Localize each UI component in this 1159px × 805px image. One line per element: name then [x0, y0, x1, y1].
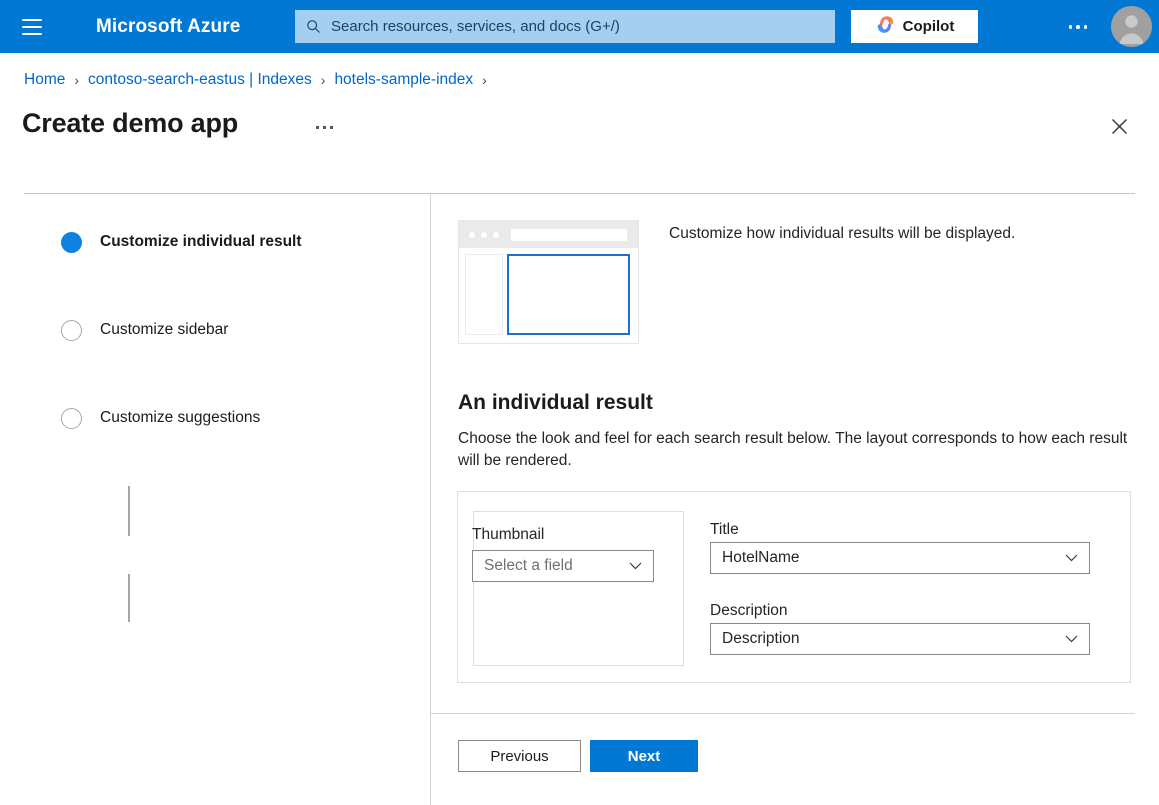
- step-idle-dot-icon: [58, 317, 84, 343]
- description-field-select[interactable]: Description: [710, 623, 1090, 655]
- azure-top-bar: Microsoft Azure Search resources, servic…: [0, 0, 1159, 53]
- azure-brand-title[interactable]: Microsoft Azure: [96, 16, 240, 38]
- topbar-ellipsis-icon[interactable]: [1060, 17, 1096, 37]
- step-connector: [128, 574, 130, 622]
- wizard-step-customize-individual-result[interactable]: Customize individual result: [58, 224, 398, 260]
- browser-mock-urlbar: [511, 229, 627, 241]
- preview-caption: Customize how individual results will be…: [669, 225, 1015, 243]
- page-title: Create demo app: [22, 108, 238, 139]
- individual-result-form-card: Thumbnail Select a field Title HotelName…: [457, 491, 1131, 683]
- chevron-down-icon: [629, 562, 642, 571]
- global-search-placeholder: Search resources, services, and docs (G+…: [331, 18, 620, 35]
- hamburger-menu-icon[interactable]: [22, 19, 42, 35]
- breadcrumb-separator: ›: [321, 72, 326, 88]
- copilot-icon: [875, 14, 896, 40]
- breadcrumb-item-search-service[interactable]: contoso-search-eastus | Indexes: [88, 71, 312, 89]
- browser-mock-body: [459, 248, 638, 343]
- title-field-select[interactable]: HotelName: [710, 542, 1090, 574]
- copilot-button[interactable]: Copilot: [851, 10, 978, 43]
- breadcrumb-separator: ›: [74, 72, 79, 88]
- browser-preview-icon: [458, 220, 639, 344]
- wizard-step-list: Customize individual result Customize si…: [58, 224, 398, 436]
- preview-row: Customize how individual results will be…: [458, 220, 1015, 344]
- wizard-step-customize-sidebar[interactable]: Customize sidebar: [58, 312, 398, 348]
- breadcrumb: Home › contoso-search-eastus | Indexes ›…: [24, 68, 496, 92]
- close-icon[interactable]: [1103, 110, 1135, 142]
- step-active-dot-icon: [58, 229, 84, 255]
- wizard-step-label: Customize sidebar: [100, 321, 228, 339]
- browser-mock-titlebar: [459, 221, 638, 248]
- description-field-value: Description: [722, 630, 800, 648]
- header-divider: [24, 193, 1135, 194]
- step-connector: [128, 486, 130, 536]
- wizard-footer-actions: Previous Next: [458, 740, 698, 772]
- step-idle-dot-icon: [58, 405, 84, 431]
- copilot-label: Copilot: [903, 18, 955, 35]
- description-field-label: Description: [710, 602, 788, 620]
- thumbnail-field-value: Select a field: [484, 557, 573, 575]
- chevron-down-icon: [1065, 554, 1078, 563]
- section-title: An individual result: [458, 391, 653, 415]
- wizard-step-customize-suggestions[interactable]: Customize suggestions: [58, 400, 398, 436]
- user-avatar-icon[interactable]: [1111, 6, 1152, 47]
- previous-button[interactable]: Previous: [458, 740, 581, 772]
- browser-mock-highlighted-result: [507, 254, 630, 335]
- section-description: Choose the look and feel for each search…: [458, 428, 1130, 472]
- thumbnail-field-select[interactable]: Select a field: [472, 550, 654, 582]
- footer-divider: [431, 713, 1135, 714]
- browser-mock-sidebar: [465, 254, 503, 335]
- next-button[interactable]: Next: [590, 740, 698, 772]
- title-field-value: HotelName: [722, 549, 800, 567]
- wizard-step-label: Customize individual result: [100, 233, 302, 251]
- search-icon: [306, 19, 321, 34]
- title-field-label: Title: [710, 521, 739, 539]
- wizard-step-label: Customize suggestions: [100, 409, 260, 427]
- global-search-input[interactable]: Search resources, services, and docs (G+…: [295, 10, 835, 43]
- breadcrumb-item-home[interactable]: Home: [24, 71, 65, 89]
- thumbnail-field-label: Thumbnail: [472, 526, 544, 544]
- chevron-down-icon: [1065, 635, 1078, 644]
- breadcrumb-separator: ›: [482, 72, 487, 88]
- breadcrumb-item-index[interactable]: hotels-sample-index: [334, 71, 473, 89]
- page-more-ellipsis-icon[interactable]: [310, 120, 339, 135]
